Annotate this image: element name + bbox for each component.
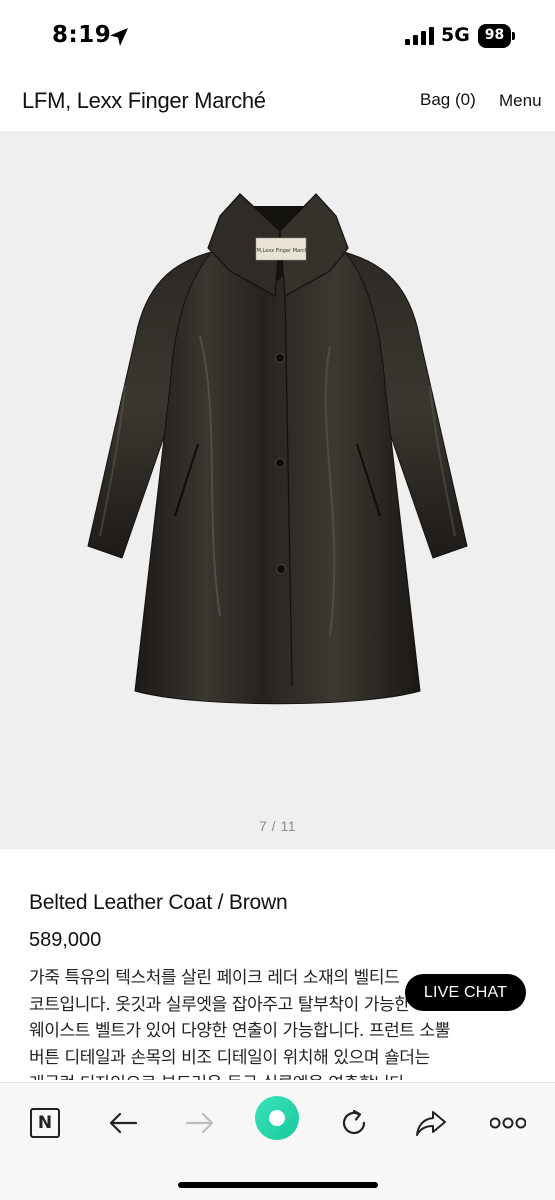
description-line: 래글런 디자인으로 부드러운 둥근 실루엣을 연출합니다. [29,1071,529,1080]
site-header: LFM, Lexx Finger Marché Bag (0) Menu [0,70,555,130]
live-chat-button[interactable]: LIVE CHAT [405,974,526,1011]
battery-icon: 98 [478,24,516,48]
product-title: Belted Leather Coat / Brown [29,891,288,914]
status-time: 8:19 [52,22,112,48]
image-counter: 7 / 11 [259,818,296,834]
back-arrow-icon[interactable] [103,1103,143,1143]
more-icon[interactable] [488,1103,528,1143]
brand-logo[interactable]: LFM, Lexx Finger Marché [22,88,266,114]
home-icon[interactable] [255,1096,299,1140]
location-arrow-icon [110,28,128,46]
status-bar: 8:19 5G 98 [0,0,555,70]
product-price: 589,000 [29,929,102,951]
description-line: 웨이스트 벨트가 있어 다양한 연출이 가능합니다. 프런트 소뿔 [29,1021,451,1041]
product-image-gallery[interactable]: LFM,Lexx Finger Marche [0,131,555,849]
menu-link[interactable]: Menu [499,91,542,111]
forward-arrow-icon[interactable] [180,1103,220,1143]
signal-bars-icon [405,27,434,45]
share-icon[interactable] [411,1103,451,1143]
bag-link[interactable]: Bag (0) [420,90,476,110]
home-dot [269,1110,285,1126]
naver-n-icon[interactable]: N [25,1103,65,1143]
description-line: 버튼 디테일과 손목의 비조 디테일이 위치해 있으며 숄더는 [29,1047,430,1068]
coat-label-text: LFM,Lexx Finger Marche [251,248,311,254]
network-label: 5G [441,24,470,46]
home-indicator [178,1182,378,1188]
battery-level: 98 [484,27,505,43]
naver-n-label: N [30,1108,60,1138]
coat-image: LFM,Lexx Finger Marche [87,193,468,705]
refresh-icon[interactable] [334,1103,374,1143]
